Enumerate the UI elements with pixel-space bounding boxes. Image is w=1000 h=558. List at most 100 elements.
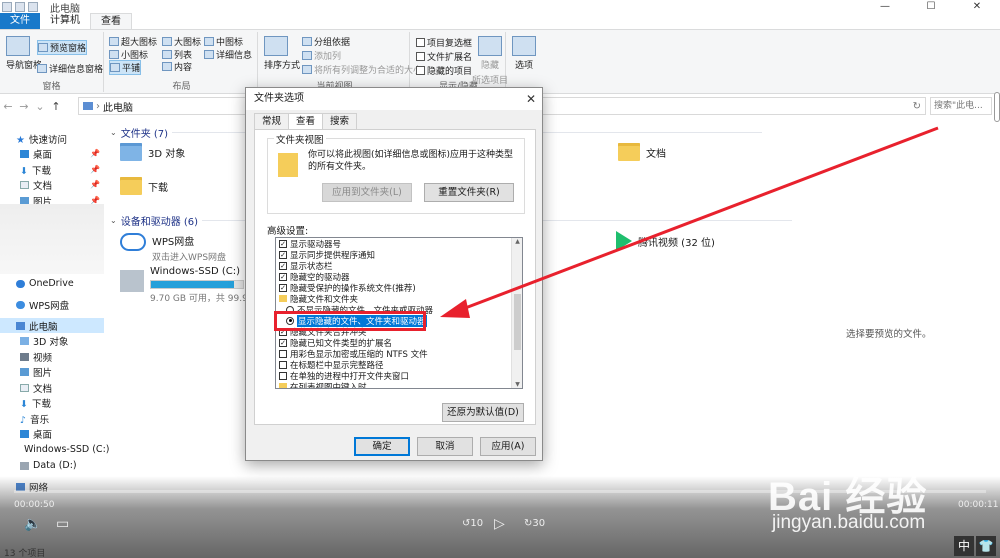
- dialog-close-button[interactable]: ✕: [526, 88, 536, 110]
- properties-icon[interactable]: [2, 2, 12, 12]
- setting-checkbox[interactable]: ✓: [279, 250, 287, 259]
- setting-checkbox[interactable]: ✓: [279, 338, 287, 347]
- refresh-icon[interactable]: ↻: [913, 101, 921, 112]
- setting-checkbox[interactable]: [279, 360, 287, 369]
- nav-pc-item[interactable]: Data (D:): [0, 458, 104, 473]
- forward-arrow-icon[interactable]: →: [16, 100, 32, 113]
- apply-to-folders-button[interactable]: 应用到文件夹(L): [322, 183, 412, 202]
- nav-pc-item[interactable]: 3D 对象: [0, 333, 104, 348]
- close-button[interactable]: ✕: [954, 0, 1000, 14]
- tencent-video-item[interactable]: 腾讯视频 (32 位): [616, 231, 715, 251]
- file-extensions-checkbox[interactable]: [416, 52, 425, 61]
- volume-icon[interactable]: 🔈: [24, 516, 41, 532]
- group-by-button[interactable]: 分组依据: [302, 35, 350, 48]
- desktop-icon: [20, 429, 29, 438]
- size-columns-button[interactable]: 将所有列调整为合适的大小: [302, 63, 422, 76]
- advanced-setting-row[interactable]: 用彩色显示加密或压缩的 NTFS 文件: [279, 348, 428, 360]
- details-pane-button[interactable]: 详细信息窗格: [37, 62, 103, 75]
- preview-pane-button[interactable]: 预览窗格: [37, 40, 88, 55]
- nav-this-pc[interactable]: 此电脑: [0, 318, 104, 333]
- nav-pc-item[interactable]: 图片: [0, 364, 104, 379]
- nav-wps[interactable]: WPS网盘: [0, 297, 104, 312]
- tab-view[interactable]: 查看: [288, 113, 324, 130]
- item-checkboxes-checkbox[interactable]: [416, 38, 425, 47]
- up-arrow-icon[interactable]: ↑: [48, 100, 64, 113]
- scrollbar-thumb[interactable]: [514, 294, 521, 350]
- setting-checkbox[interactable]: ✓: [279, 272, 287, 281]
- scroll-down-icon[interactable]: ▼: [512, 381, 522, 388]
- advanced-setting-row[interactable]: 在单独的进程中打开文件夹窗口: [279, 370, 409, 382]
- reset-folders-button[interactable]: 重置文件夹(R): [424, 183, 514, 202]
- setting-checkbox[interactable]: [279, 349, 287, 358]
- setting-checkbox[interactable]: ✓: [279, 261, 287, 270]
- tab-general[interactable]: 常规: [254, 113, 290, 129]
- advanced-setting-row[interactable]: ✓ 显示同步提供程序通知: [279, 249, 375, 261]
- folder-icon[interactable]: [28, 2, 38, 12]
- forward-button[interactable]: ↻30: [524, 518, 545, 529]
- nav-pc-item[interactable]: 文档: [0, 380, 104, 395]
- content-button[interactable]: 内容: [162, 60, 192, 73]
- maximize-button[interactable]: ☐: [908, 0, 954, 14]
- play-icon[interactable]: ▷: [494, 516, 505, 532]
- ime-skin-icon[interactable]: 👕: [976, 536, 996, 556]
- nav-pc-item[interactable]: 视频: [0, 349, 104, 364]
- tiles-button[interactable]: 平铺: [109, 60, 142, 75]
- nav-onedrive[interactable]: OneDrive: [0, 276, 104, 291]
- breadcrumb-this-pc[interactable]: 此电脑: [103, 99, 133, 114]
- scroll-up-icon[interactable]: ▲: [512, 238, 522, 245]
- folder-item[interactable]: 下载: [120, 177, 168, 195]
- xl-icons-button[interactable]: 超大图标: [109, 35, 157, 48]
- file-extensions-toggle[interactable]: 文件扩展名: [416, 50, 472, 63]
- medium-icons-button[interactable]: 中图标: [204, 35, 243, 48]
- tab-view[interactable]: 查看: [90, 13, 132, 29]
- subtitle-icon[interactable]: ▭: [56, 516, 69, 532]
- details-button[interactable]: 详细信息: [204, 48, 252, 61]
- setting-checkbox[interactable]: ✓: [279, 239, 287, 248]
- nav-item-desktop[interactable]: 桌面 📌: [0, 146, 104, 161]
- c-drive-item[interactable]: Windows-SSD (C:) 9.70 GB 可用，共 99.9 GB: [120, 266, 264, 304]
- tab-search[interactable]: 搜索: [322, 113, 358, 129]
- hidden-items-toggle[interactable]: 隐藏的项目: [416, 64, 472, 77]
- folder-item[interactable]: 文档: [618, 143, 666, 161]
- restore-defaults-button[interactable]: 还原为默认值(D): [442, 403, 524, 422]
- large-icons-button[interactable]: 大图标: [162, 35, 201, 48]
- apply-button[interactable]: 应用(A): [480, 437, 536, 456]
- tab-file[interactable]: 文件: [0, 13, 40, 29]
- ime-chinese-button[interactable]: 中: [954, 536, 974, 556]
- setting-checkbox[interactable]: [279, 371, 287, 380]
- cancel-button[interactable]: 取消: [417, 437, 473, 456]
- nav-pc-item[interactable]: 桌面: [0, 426, 104, 441]
- minimize-button[interactable]: —: [862, 0, 908, 14]
- folder-item[interactable]: 3D 对象: [120, 143, 185, 161]
- computer-icon: [83, 102, 93, 110]
- rewind-button[interactable]: ↺10: [462, 518, 483, 529]
- options-button[interactable]: 选项: [512, 36, 536, 71]
- pin-icon: 📌: [90, 149, 100, 158]
- advanced-setting-row[interactable]: ✓ 隐藏受保护的操作系统文件(推荐): [279, 282, 416, 294]
- nav-item-downloads[interactable]: ⬇ 下载 📌: [0, 162, 104, 177]
- hidden-items-checkbox[interactable]: [416, 66, 425, 75]
- search-input[interactable]: 搜索"此电...: [930, 97, 992, 115]
- add-column-button[interactable]: 添加列: [302, 49, 341, 62]
- wps-drive-item[interactable]: WPS网盘 双击进入WPS网盘: [120, 233, 226, 263]
- layout-group: 超大图标 大图标 中图标 小图标 列表 详细信息 平铺 内容 布局: [106, 32, 258, 92]
- back-arrow-icon[interactable]: ←: [0, 100, 16, 113]
- advanced-setting-row[interactable]: ✓ 隐藏空的驱动器: [279, 271, 350, 283]
- item-checkboxes-toggle[interactable]: 项目复选框: [416, 36, 472, 49]
- ok-button[interactable]: 确定: [354, 437, 410, 456]
- advanced-setting-row[interactable]: ✓ 隐藏已知文件类型的扩展名: [279, 337, 392, 349]
- setting-checkbox[interactable]: ✓: [279, 283, 287, 292]
- advanced-setting-row[interactable]: ✓ 显示驱动器号: [279, 238, 341, 250]
- nav-pc-item[interactable]: ⬇ 下载: [0, 395, 104, 410]
- scroll-indicator[interactable]: [994, 92, 1000, 122]
- recent-chevron-down-icon[interactable]: ⌄: [32, 100, 48, 113]
- nav-item-documents[interactable]: 文档 📌: [0, 177, 104, 192]
- advanced-list-scrollbar[interactable]: ▲ ▼: [511, 238, 522, 388]
- nav-pc-item[interactable]: Windows-SSD (C:): [0, 442, 109, 457]
- nav-pc-item[interactable]: ♪ 音乐: [0, 411, 104, 426]
- sort-by-button[interactable]: 排序方式: [264, 36, 300, 71]
- advanced-setting-row[interactable]: 在标题栏中显示完整路径: [279, 359, 384, 371]
- checkmark-icon[interactable]: [15, 2, 25, 12]
- tab-computer[interactable]: 计算机: [40, 13, 90, 29]
- advanced-setting-row[interactable]: ✓ 显示状态栏: [279, 260, 333, 272]
